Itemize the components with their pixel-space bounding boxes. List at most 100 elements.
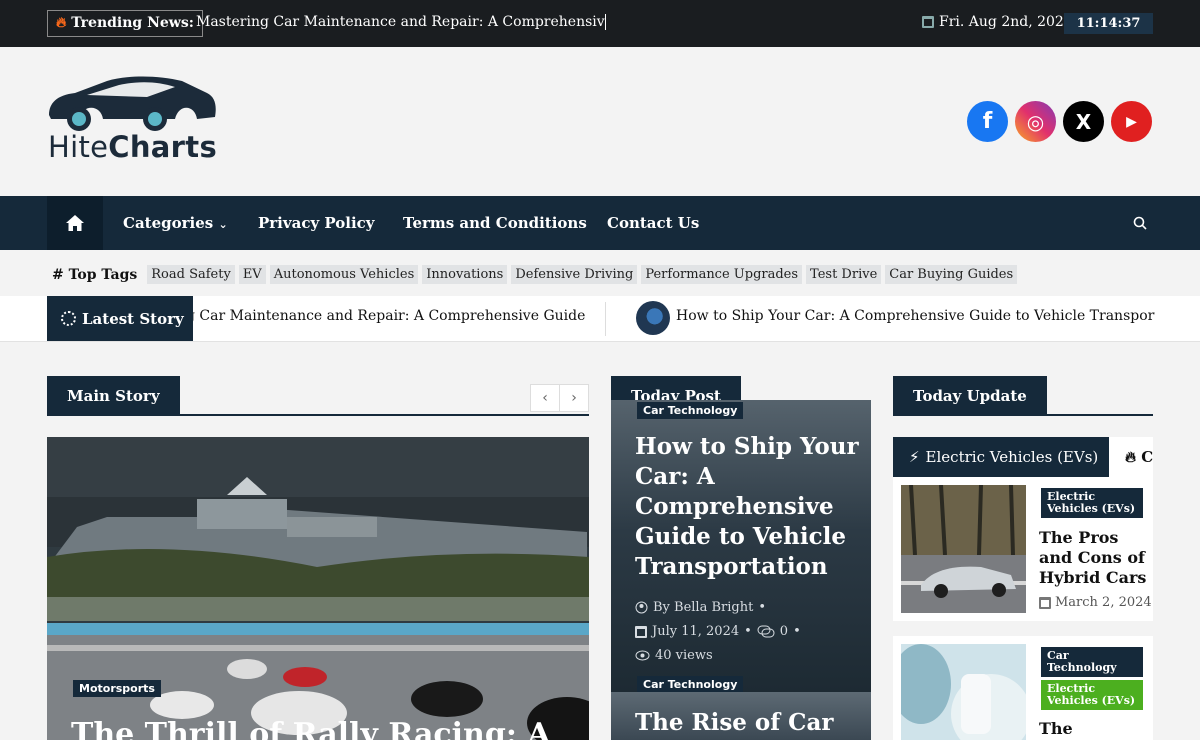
post-views: 40 views bbox=[635, 648, 713, 663]
update-card[interactable]: Car Technology Electric Vehicles (EVs) T… bbox=[893, 636, 1153, 740]
tab-label: C bbox=[1141, 448, 1153, 466]
site-logo-text[interactable]: HiteCharts bbox=[48, 130, 217, 164]
tag-item[interactable]: Test Drive bbox=[806, 265, 882, 284]
chevron-down-icon: ⌄ bbox=[218, 218, 228, 231]
today-post-title[interactable]: How to Ship Your Car: A Comprehensive Gu… bbox=[635, 432, 865, 582]
tab-next[interactable]: 🔥︎ C bbox=[1125, 448, 1153, 466]
trending-label: Trending News: bbox=[71, 15, 194, 31]
bolt-icon: ⚡︎ bbox=[909, 448, 920, 466]
tag-item[interactable]: Performance Upgrades bbox=[641, 265, 803, 284]
today-post-card[interactable]: Car Technology How to Ship Your Car: A C… bbox=[611, 400, 871, 692]
category-badge[interactable]: Motorsports bbox=[73, 680, 161, 697]
current-date: Fri. Aug 2nd, 2024 bbox=[922, 14, 1073, 30]
car-logo-icon[interactable] bbox=[47, 75, 217, 133]
home-icon bbox=[66, 215, 84, 231]
category-badge[interactable]: Car Technology bbox=[637, 402, 744, 419]
main-nav: Categories ⌄ Privacy Policy Terms and Co… bbox=[0, 196, 1200, 250]
post-date-comments: July 11, 2024 • 0 • bbox=[635, 624, 801, 639]
author-name[interactable]: By Bella Bright bbox=[653, 600, 753, 615]
today-update-header: Today Update bbox=[893, 376, 1153, 416]
update-card-date: March 2, 2024 bbox=[1039, 595, 1152, 610]
logo-name-light: Hite bbox=[48, 130, 109, 164]
car-tech-photo bbox=[901, 644, 1026, 740]
nav-contact[interactable]: Contact Us bbox=[607, 214, 699, 232]
next-arrow-button[interactable]: › bbox=[559, 384, 589, 412]
tag-item[interactable]: Defensive Driving bbox=[511, 265, 638, 284]
date-text: March 2, 2024 bbox=[1055, 595, 1152, 610]
comment-count[interactable]: 0 bbox=[780, 624, 788, 639]
tag-item[interactable]: Innovations bbox=[422, 265, 508, 284]
latest-story-thumbnail[interactable] bbox=[636, 301, 670, 335]
prev-arrow-button[interactable]: ‹ bbox=[530, 384, 560, 412]
nav-categories-label: Categories bbox=[123, 214, 214, 232]
nav-terms[interactable]: Terms and Conditions bbox=[403, 214, 587, 232]
today-post-card-2[interactable]: The Rise of Car bbox=[611, 692, 871, 740]
chevron-left-icon: ‹ bbox=[542, 390, 548, 406]
main-story-header: Main Story ‹ › bbox=[47, 376, 589, 416]
update-thumbnail[interactable] bbox=[901, 485, 1026, 613]
chevron-right-icon: › bbox=[571, 390, 577, 406]
home-button[interactable] bbox=[47, 196, 103, 250]
date-text: Fri. Aug 2nd, 2024 bbox=[939, 14, 1073, 30]
logo-name-bold: Charts bbox=[108, 130, 218, 164]
update-card-title[interactable]: The bbox=[1039, 719, 1149, 739]
tag-item[interactable]: Autonomous Vehicles bbox=[269, 265, 419, 284]
today-post-2-title[interactable]: The Rise of Car bbox=[635, 709, 834, 736]
main-story-image[interactable]: Motorsports The Thrill of Rally Racing: … bbox=[47, 437, 589, 740]
meta-dot: • bbox=[744, 624, 752, 639]
search-icon[interactable] bbox=[1133, 216, 1147, 230]
main-story-title[interactable]: The Thrill of Rally Racing: A bbox=[71, 717, 551, 740]
tab-electric-vehicles[interactable]: ⚡︎ Electric Vehicles (EVs) bbox=[893, 437, 1109, 477]
update-card-title[interactable]: The Pros and Cons of Hybrid Cars bbox=[1039, 528, 1149, 588]
x-icon[interactable]: X bbox=[1063, 101, 1104, 142]
latest-story-label: Latest Story bbox=[47, 296, 193, 341]
calendar-icon bbox=[1039, 596, 1051, 609]
eye-icon bbox=[635, 650, 650, 661]
category-badge[interactable]: Car Technology bbox=[637, 676, 744, 692]
today-update-heading: Today Update bbox=[893, 376, 1047, 414]
ticker-divider bbox=[605, 302, 606, 336]
category-badge[interactable]: Car Technology bbox=[1041, 647, 1143, 677]
facebook-icon[interactable]: f bbox=[967, 101, 1008, 142]
instagram-icon[interactable]: ◎ bbox=[1015, 101, 1056, 142]
update-thumbnail[interactable] bbox=[901, 644, 1026, 740]
tag-item[interactable]: Road Safety bbox=[147, 265, 235, 284]
facebook-glyph: f bbox=[982, 109, 993, 134]
category-tabs: ⚡︎ Electric Vehicles (EVs) 🔥︎ C bbox=[893, 437, 1153, 477]
user-icon bbox=[635, 601, 648, 614]
category-badge-green[interactable]: Electric Vehicles (EVs) bbox=[1041, 680, 1143, 710]
instagram-glyph: ◎ bbox=[1026, 109, 1045, 134]
top-tags-label: # Top Tags bbox=[52, 266, 138, 283]
post-date: July 11, 2024 bbox=[652, 624, 740, 639]
flame-icon: 🔥︎ bbox=[1125, 448, 1137, 466]
comments-icon bbox=[757, 625, 775, 638]
latest-story-ticker: g Car Maintenance and Repair: A Comprehe… bbox=[193, 296, 1155, 341]
post-author: By Bella Bright • bbox=[635, 600, 766, 615]
nav-categories[interactable]: Categories ⌄ bbox=[123, 214, 228, 232]
category-badge[interactable]: Electric Vehicles (EVs) bbox=[1041, 488, 1143, 518]
spinner-icon bbox=[61, 311, 76, 326]
update-card[interactable]: Electric Vehicles (EVs) The Pros and Con… bbox=[893, 477, 1153, 621]
tab-label: Electric Vehicles (EVs) bbox=[925, 448, 1099, 466]
youtube-glyph: ▶ bbox=[1126, 113, 1137, 130]
meta-dot: • bbox=[793, 624, 801, 639]
hybrid-car-photo bbox=[901, 485, 1026, 613]
meta-dot: • bbox=[758, 600, 766, 615]
latest-story-item[interactable]: How to Ship Your Car: A Comprehensive Gu… bbox=[676, 308, 1155, 324]
clock: 11:14:37 bbox=[1064, 13, 1153, 34]
latest-story-label-text: Latest Story bbox=[82, 309, 184, 328]
youtube-icon[interactable]: ▶ bbox=[1111, 101, 1152, 142]
calendar-icon bbox=[635, 625, 647, 638]
tag-item[interactable]: EV bbox=[238, 265, 266, 284]
x-glyph: X bbox=[1075, 109, 1092, 134]
nav-privacy-policy[interactable]: Privacy Policy bbox=[258, 214, 375, 232]
main-story-heading: Main Story bbox=[47, 376, 180, 414]
calendar-icon bbox=[922, 16, 934, 28]
latest-story-item[interactable]: g Car Maintenance and Repair: A Comprehe… bbox=[193, 308, 585, 324]
tag-item[interactable]: Car Buying Guides bbox=[885, 265, 1018, 284]
flame-icon: 🔥︎ bbox=[56, 15, 67, 31]
top-tags-label-text: Top Tags bbox=[68, 266, 138, 283]
top-bar: 🔥︎ Trending News: Mastering Car Maintena… bbox=[0, 0, 1200, 47]
trending-headline[interactable]: Mastering Car Maintenance and Repair: A … bbox=[196, 14, 606, 30]
view-count: 40 views bbox=[655, 648, 713, 663]
